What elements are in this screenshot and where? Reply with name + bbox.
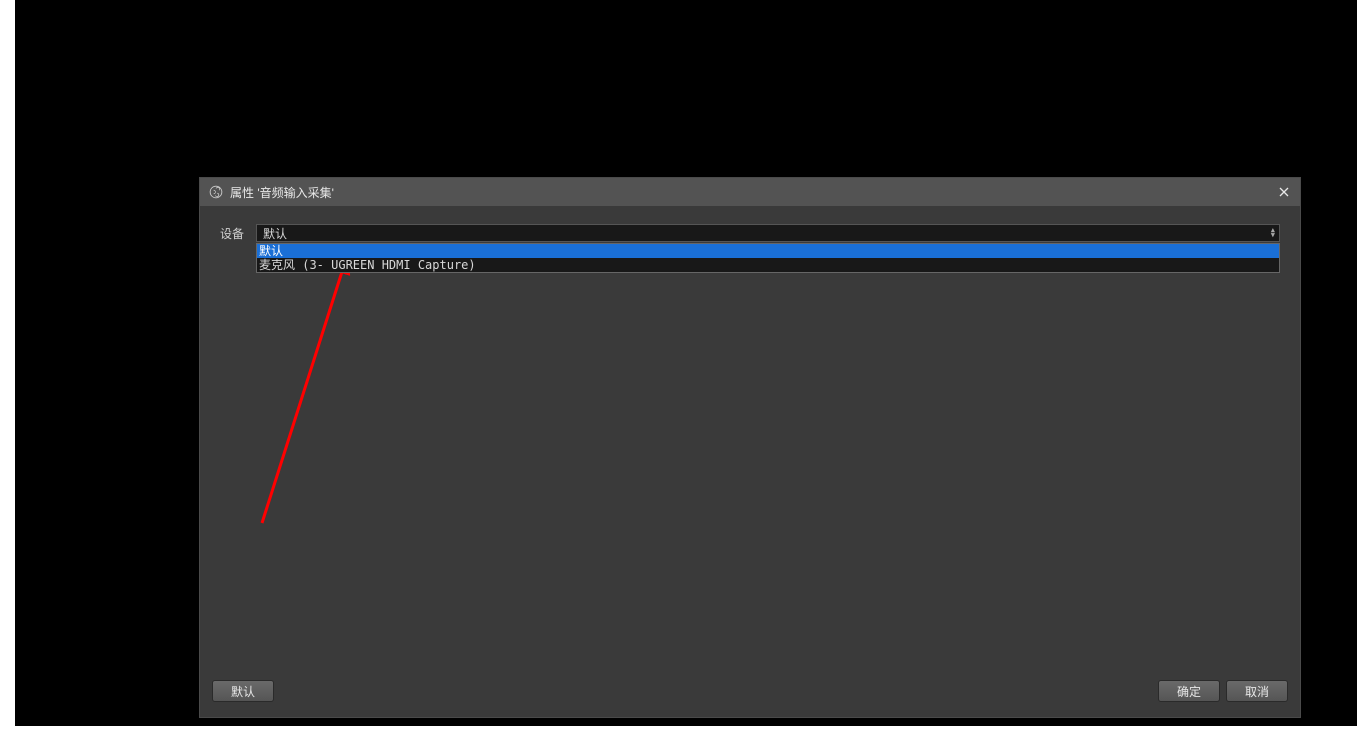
dropdown-option-mic[interactable]: 麦克风 (3- UGREEN HDMI Capture)	[257, 258, 1279, 272]
device-select-value: 默认	[263, 225, 287, 242]
defaults-button[interactable]: 默认	[212, 680, 274, 702]
device-dropdown: 默认 麦克风 (3- UGREEN HDMI Capture)	[256, 243, 1280, 273]
close-button[interactable]	[1274, 182, 1294, 202]
titlebar[interactable]: 属性 '音频输入采集'	[200, 178, 1300, 206]
dialog-title: 属性 '音频输入采集'	[230, 184, 334, 201]
device-field-row: 设备 默认 ▲▼ 默认 麦克风 (3- UGREEN HDMI Capture)	[220, 224, 1280, 242]
device-select[interactable]: 默认 ▲▼ 默认 麦克风 (3- UGREEN HDMI Capture)	[256, 224, 1280, 242]
ok-button[interactable]: 确定	[1158, 680, 1220, 702]
properties-dialog: 属性 '音频输入采集' 设备 默认 ▲▼ 默认 麦克风 (3- UGREEN H…	[199, 177, 1301, 718]
select-updown-icon: ▲▼	[1271, 228, 1275, 238]
dialog-footer: 默认 确定 取消	[200, 675, 1300, 717]
device-label: 设备	[220, 225, 248, 242]
dropdown-option-default[interactable]: 默认	[257, 244, 1279, 258]
obs-icon	[208, 184, 224, 200]
annotation-arrow	[242, 248, 362, 528]
cancel-button[interactable]: 取消	[1226, 680, 1288, 702]
dialog-content: 设备 默认 ▲▼ 默认 麦克风 (3- UGREEN HDMI Capture)	[200, 206, 1300, 675]
